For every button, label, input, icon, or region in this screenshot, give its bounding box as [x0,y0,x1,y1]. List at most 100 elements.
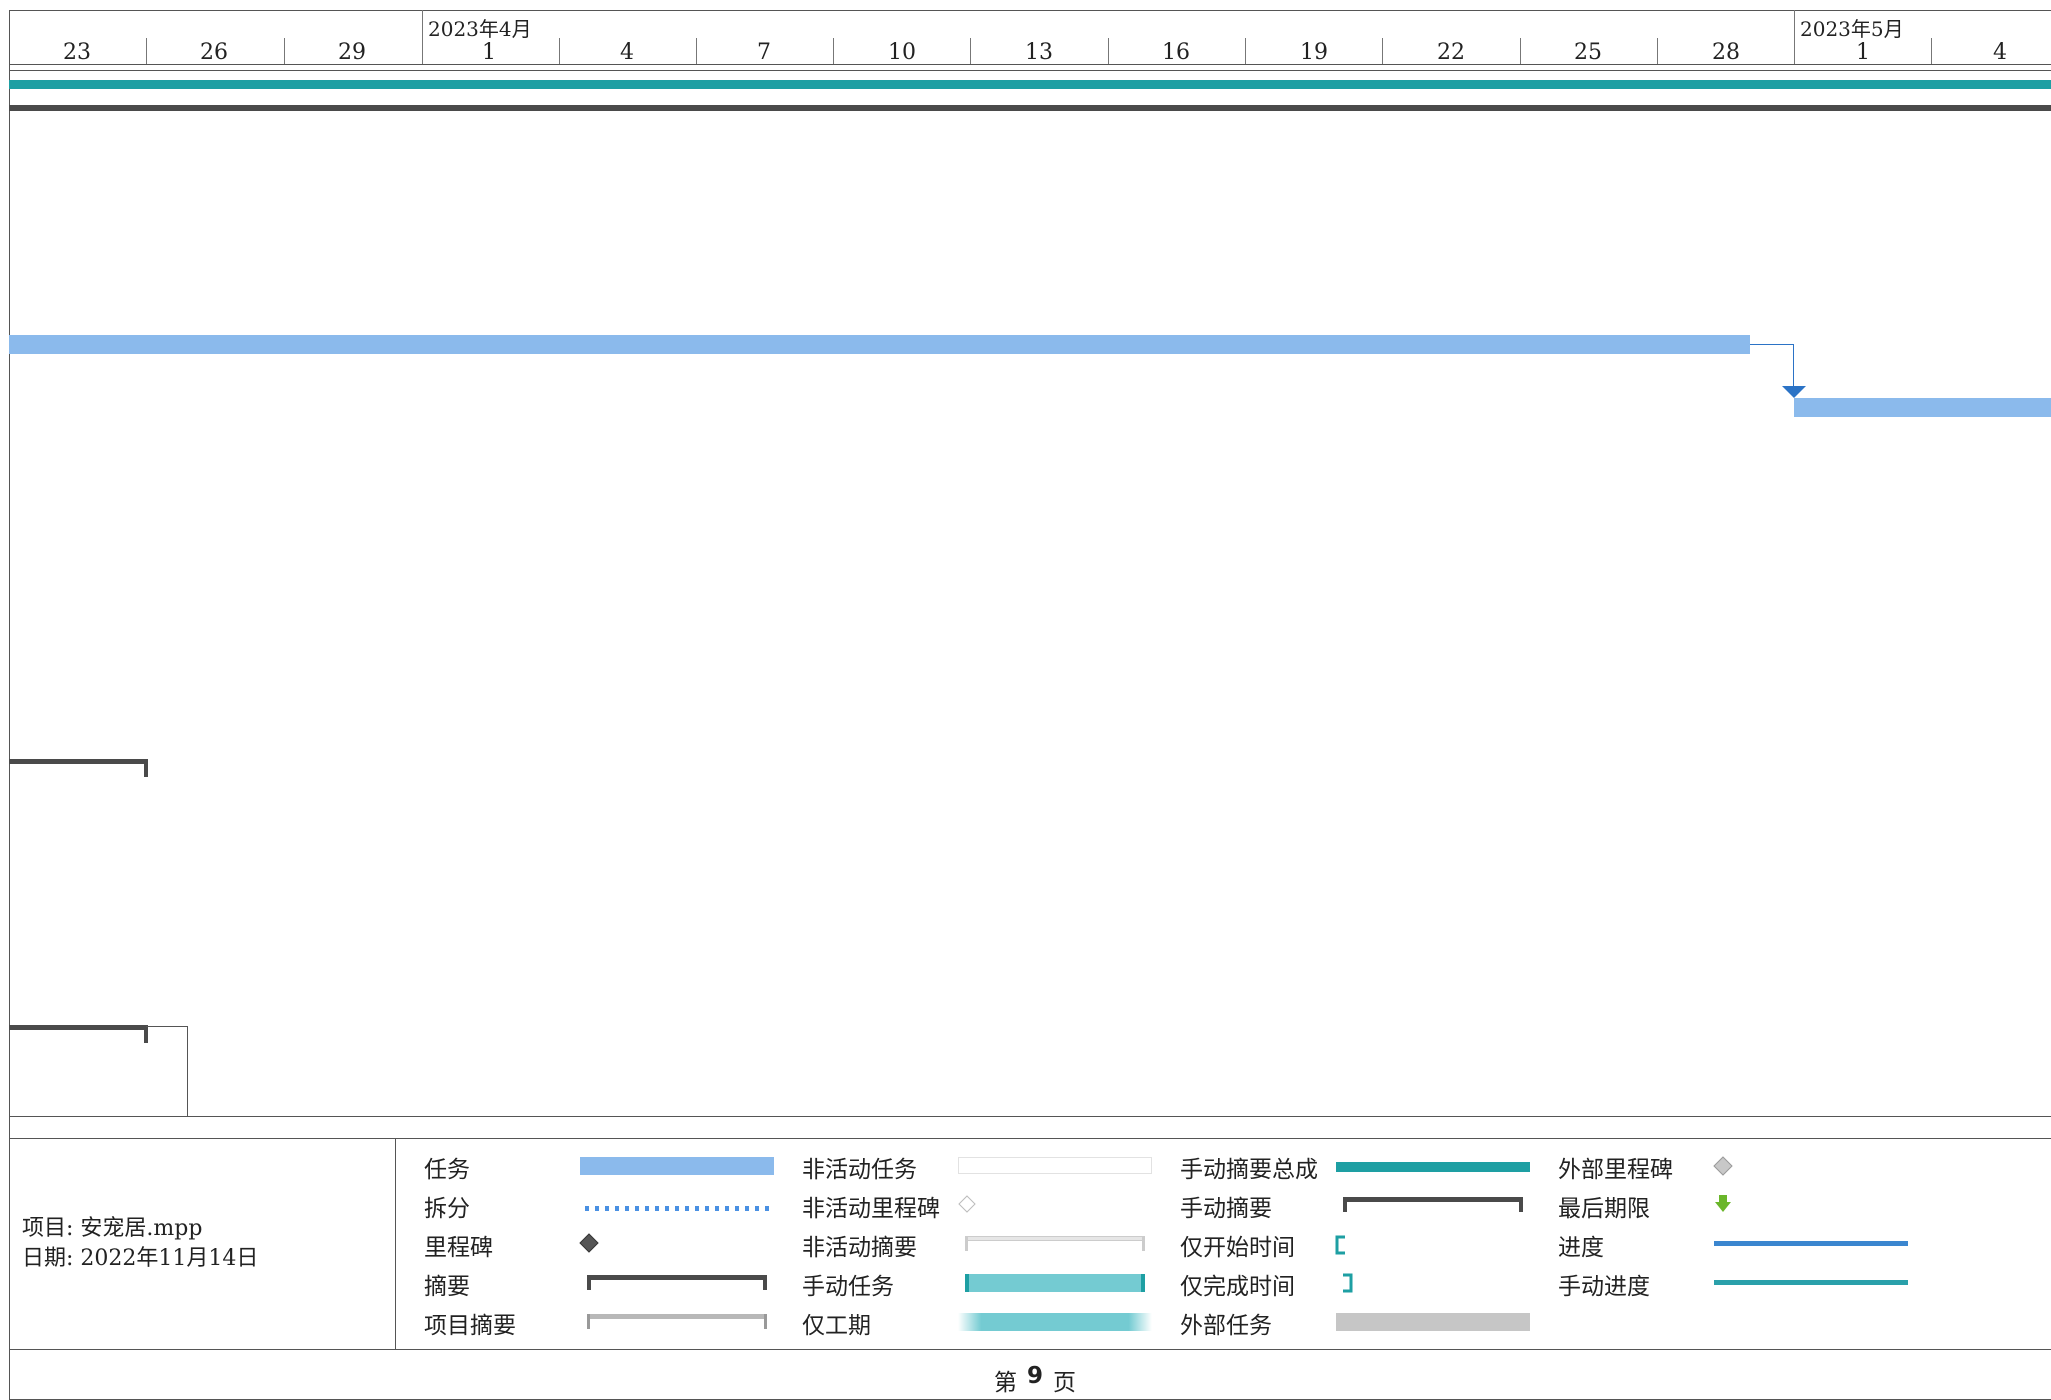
legend-label-milestone: 里程碑 [424,1235,493,1261]
legend-label-summary: 摘要 [424,1274,470,1300]
dependency-link [146,1026,188,1027]
legend-swatch-manual-summary [1343,1197,1523,1202]
header-divider [9,70,2051,71]
month-divider-apr [422,10,423,64]
legend-swatch-task [580,1157,774,1175]
start-only-bracket-icon [1335,1235,1345,1255]
legend-label-manual-summary-rollup: 手动摘要总成 [1180,1157,1318,1183]
legend-swatch-cap [764,1314,767,1329]
day-label: 29 [338,40,366,65]
dependency-arrow-icon [1782,386,1806,398]
day-label: 28 [1712,40,1740,65]
day-label: 19 [1300,40,1328,65]
task-bar[interactable] [9,335,1750,354]
month-divider-may [1794,10,1795,64]
summary-bar[interactable] [9,1025,146,1030]
legend-swatch-cap [763,1275,767,1290]
legend-label-start-only: 仅开始时间 [1180,1235,1295,1261]
legend-swatch-split [585,1206,775,1211]
dependency-link [1750,344,1794,345]
milestone-diamond-icon [579,1233,599,1253]
legend-label-external-task: 外部任务 [1180,1313,1272,1339]
legend-swatch-inactive-summary [965,1236,1145,1241]
page-frame [9,10,2051,1400]
legend-label-finish-only: 仅完成时间 [1180,1274,1295,1300]
legend-swatch-cap [1343,1197,1347,1212]
tick-line [1931,38,1932,64]
month-label-may: 2023年5月 [1800,17,1904,41]
legend-swatch-duration-only [958,1313,1152,1331]
legend-label-split: 拆分 [424,1196,470,1222]
day-label: 16 [1162,40,1190,65]
legend-swatch-cap [965,1274,969,1292]
project-date: 日期: 2022年11月14日 [22,1246,259,1271]
legend-swatch-external-task [1336,1313,1530,1331]
tick-line [1245,38,1246,64]
legend-swatch-manual-progress [1714,1280,1908,1285]
legend-swatch-cap [1141,1274,1145,1292]
dependency-link [1793,344,1794,388]
tick-line [696,38,697,64]
legend-swatch-manual-task [965,1274,1145,1292]
tick-line [970,38,971,64]
project-name: 项目: 安宠居.mpp [22,1216,203,1241]
day-label: 22 [1437,40,1465,65]
day-label: 10 [888,40,916,65]
legend-divider [395,1138,396,1350]
finish-only-bracket-icon [1343,1273,1353,1293]
header-divider [9,64,2051,65]
page-number: 9 [1027,1363,1044,1389]
page-suffix: 页 [1053,1370,1076,1396]
summary-bar-end-cap [144,759,148,777]
legend-label-inactive-task: 非活动任务 [802,1157,917,1183]
day-label: 23 [63,40,91,65]
legend-label-external-milestone: 外部里程碑 [1558,1157,1673,1183]
dependency-link [187,1026,188,1117]
legend-label-manual-progress: 手动进度 [1558,1274,1650,1300]
day-label: 7 [757,40,771,65]
tick-line [1657,38,1658,64]
tick-line [833,38,834,64]
tick-line [1520,38,1521,64]
legend-label-deadline: 最后期限 [1558,1196,1650,1222]
legend-label-progress: 进度 [1558,1235,1604,1261]
project-summary-bar[interactable] [9,105,2051,111]
manual-summary-rollup-bar[interactable] [9,80,2051,89]
legend-swatch-cap [965,1236,968,1251]
external-milestone-icon [1713,1156,1733,1176]
legend-label-inactive-milestone: 非活动里程碑 [802,1196,940,1222]
legend-swatch-cap [587,1275,591,1290]
day-label: 26 [200,40,228,65]
day-label: 13 [1025,40,1053,65]
legend-label-inactive-summary: 非活动摘要 [802,1235,917,1261]
legend-label-manual-summary: 手动摘要 [1180,1196,1272,1222]
legend-swatch-cap [587,1314,590,1329]
legend-label-manual-task: 手动任务 [802,1274,894,1300]
legend-bottom-border [9,1349,2051,1350]
tick-line [1108,38,1109,64]
legend-swatch-inactive-task [958,1157,1152,1174]
chart-bottom-divider [9,1116,2051,1117]
tick-line [284,38,285,64]
day-label: 25 [1574,40,1602,65]
summary-bar[interactable] [9,759,146,764]
legend-swatch-cap [1519,1197,1523,1212]
legend-label-project-summary: 项目摘要 [424,1313,516,1339]
legend-swatch-manual-summary-rollup [1336,1162,1530,1172]
month-label-apr: 2023年4月 [428,17,532,41]
legend-top-border [9,1138,2051,1139]
legend-swatch-cap [1142,1236,1145,1251]
day-label: 1 [482,40,496,65]
legend-label-duration-only: 仅工期 [802,1313,871,1339]
legend-swatch-progress [1714,1241,1908,1246]
tick-line [146,38,147,64]
legend-swatch-project-summary [587,1314,767,1319]
legend-swatch-summary [587,1275,767,1280]
day-label: 4 [620,40,634,65]
tick-line [559,38,560,64]
page-prefix: 第 [994,1370,1017,1396]
legend-label-task: 任务 [424,1157,470,1183]
task-bar[interactable] [1794,398,2051,417]
tick-line [1382,38,1383,64]
day-label: 4 [1993,40,2007,65]
